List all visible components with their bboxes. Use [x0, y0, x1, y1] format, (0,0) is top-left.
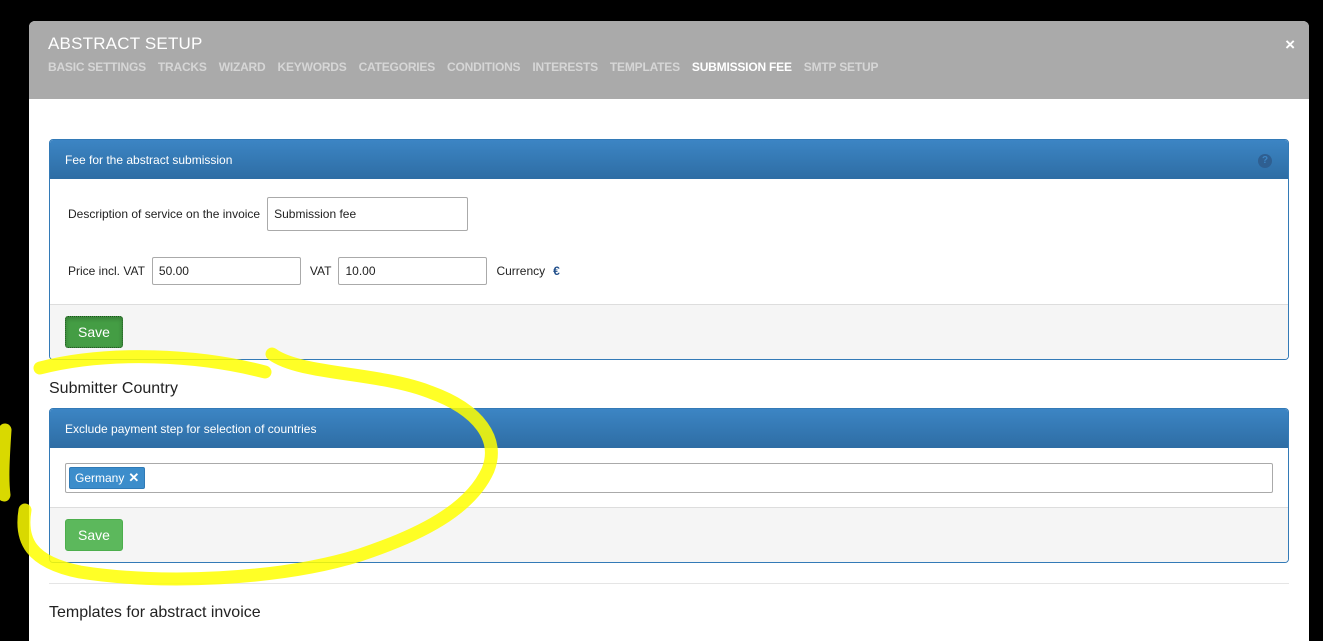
- submitter-country-title: Submitter Country: [49, 380, 178, 397]
- country-save-button[interactable]: Save: [65, 519, 123, 551]
- tab-wizard[interactable]: WIZARD: [219, 60, 266, 74]
- tab-conditions[interactable]: CONDITIONS: [447, 60, 521, 74]
- templates-invoice-title: Templates for abstract invoice: [49, 604, 261, 621]
- description-input[interactable]: [267, 197, 469, 231]
- fee-panel-heading: Fee for the abstract submission ?: [50, 140, 1288, 179]
- vat-label: VAT: [309, 264, 332, 278]
- currency-value: €: [553, 264, 560, 278]
- modal-header: ABSTRACT SETUP × BASIC SETTINGS TRACKS W…: [29, 21, 1309, 99]
- vat-input[interactable]: [338, 257, 488, 285]
- currency-label: Currency: [496, 264, 546, 278]
- fee-panel: Fee for the abstract submission ? Descri…: [49, 139, 1289, 360]
- price-row: Price incl. VAT VAT Currency €: [68, 257, 560, 285]
- fee-panel-footer: Save: [50, 304, 1288, 359]
- tab-categories[interactable]: CATEGORIES: [359, 60, 436, 74]
- remove-tag-icon[interactable]: ✕: [128, 470, 139, 486]
- country-panel: Exclude payment step for selection of co…: [49, 408, 1289, 563]
- tab-smtp-setup[interactable]: SMTP SETUP: [804, 60, 879, 74]
- country-select[interactable]: Germany ✕: [65, 463, 1273, 493]
- tab-templates[interactable]: TEMPLATES: [610, 60, 680, 74]
- tab-bar: BASIC SETTINGS TRACKS WIZARD KEYWORDS CA…: [48, 60, 1290, 74]
- help-icon[interactable]: ?: [1258, 154, 1272, 168]
- tab-keywords[interactable]: KEYWORDS: [278, 60, 347, 74]
- tab-tracks[interactable]: TRACKS: [158, 60, 207, 74]
- fee-save-button[interactable]: Save: [65, 316, 123, 348]
- tag-label: Germany: [75, 471, 125, 485]
- description-label: Description of service on the invoice: [68, 207, 261, 221]
- tab-basic-settings[interactable]: BASIC SETTINGS: [48, 60, 146, 74]
- tag-germany: Germany ✕: [69, 467, 146, 489]
- price-label: Price incl. VAT: [68, 264, 145, 278]
- price-input[interactable]: [151, 257, 301, 285]
- close-icon[interactable]: ×: [1285, 35, 1295, 55]
- country-panel-heading: Exclude payment step for selection of co…: [50, 409, 1288, 448]
- country-panel-footer: Save: [50, 507, 1288, 562]
- abstract-setup-modal: ABSTRACT SETUP × BASIC SETTINGS TRACKS W…: [29, 21, 1309, 641]
- tab-interests[interactable]: INTERESTS: [532, 60, 598, 74]
- country-panel-title: Exclude payment step for selection of co…: [65, 422, 317, 436]
- fee-panel-title: Fee for the abstract submission: [65, 153, 233, 167]
- section-divider: [49, 583, 1289, 584]
- description-row: Description of service on the invoice: [68, 197, 469, 231]
- tab-submission-fee[interactable]: SUBMISSION FEE: [692, 60, 792, 74]
- modal-title: ABSTRACT SETUP: [48, 34, 203, 53]
